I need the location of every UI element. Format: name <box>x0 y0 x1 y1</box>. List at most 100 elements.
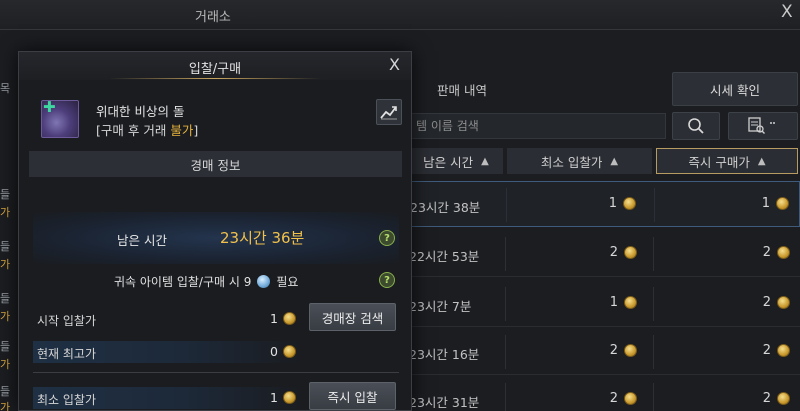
item-name: 위대한 비상의 돌 <box>96 104 185 119</box>
column-divider <box>505 383 506 411</box>
sort-arrow-icon: ▲ <box>757 155 766 167</box>
divider <box>33 372 399 373</box>
bid-purchase-dialog: 입찰/구매 X ✚ 위대한 비상의 돌 [구매 후 거래 불가] 경매 정보 남… <box>18 51 412 411</box>
current-highest-number: 0 <box>270 344 278 359</box>
row-time-left: 23시간 7분 <box>409 299 472 314</box>
search-button[interactable] <box>672 112 720 140</box>
column-divider <box>505 287 506 321</box>
instant-bid-button[interactable]: 즉시 입찰 <box>309 382 396 410</box>
price-graph-button[interactable] <box>376 99 402 125</box>
coin-icon <box>624 392 637 405</box>
window-close-button[interactable]: X <box>781 2 793 22</box>
gem-icon <box>257 275 271 288</box>
coin-icon <box>777 246 790 259</box>
plus-badge-icon: ✚ <box>43 98 56 116</box>
current-highest-label: 현재 최고가 <box>37 347 97 361</box>
table-row[interactable]: 23시간 31분 2 2 <box>409 377 800 411</box>
sort-arrow-icon: ▲ <box>481 155 489 167</box>
title-underline <box>109 78 321 79</box>
time-left-value: 23시간 36분 <box>220 229 305 247</box>
coin-icon <box>624 296 637 309</box>
table-row[interactable]: 23시간 16분 2 2 <box>409 329 800 375</box>
time-left-label: 남은 시간 <box>117 233 167 248</box>
row-instant-price: 2 <box>763 295 790 310</box>
coin-icon <box>777 344 790 357</box>
tab-sales-history[interactable]: 판매 내역 <box>412 72 512 106</box>
row-min-bid-value: 2 <box>609 343 618 358</box>
left-strip-item: 들 <box>0 240 11 253</box>
coin-icon <box>777 296 790 309</box>
bound-notice-prefix: 귀속 아이템 입찰/구매 시 9 <box>114 275 252 289</box>
row-min-bid: 2 <box>610 245 637 260</box>
left-strip-item: 가 <box>0 258 11 271</box>
row-min-bid: 1 <box>610 295 637 310</box>
sort-arrow-icon: ▲ <box>610 155 619 167</box>
column-header-time-left[interactable]: 남은 시간 ▲ <box>409 148 503 174</box>
row-min-bid: 2 <box>610 391 637 406</box>
row-instant-value: 2 <box>762 295 771 310</box>
bound-item-notice: 귀속 아이템 입찰/구매 시 9 필요 <box>114 273 298 290</box>
table-row[interactable]: 23시간 38분 1 1 <box>409 181 800 227</box>
left-strip-item: 들 <box>0 292 11 305</box>
left-strip-item: 들 <box>0 188 11 201</box>
row-instant-value: 2 <box>762 343 771 358</box>
coin-icon <box>776 197 789 210</box>
start-bid-number: 1 <box>270 311 278 326</box>
dialog-header: 입찰/구매 X <box>19 52 411 80</box>
bound-notice-suffix: 필요 <box>276 275 299 289</box>
row-instant-price: 1 <box>762 196 789 211</box>
coin-icon <box>777 392 790 405</box>
row-instant-value: 2 <box>762 391 771 406</box>
start-bid-label: 시작 입찰가 <box>37 314 97 328</box>
coin-icon <box>282 345 296 358</box>
column-label: 최소 입찰가 <box>540 154 603 170</box>
trade-prefix: [구매 후 거래 <box>96 123 171 138</box>
column-header-min-bid[interactable]: 최소 입찰가 ▲ <box>507 148 652 174</box>
current-highest-value: 0 <box>270 344 296 359</box>
coin-icon <box>282 391 296 404</box>
table-row[interactable]: 22시간 53분 2 2 <box>409 231 800 277</box>
item-search-input[interactable] <box>409 113 666 139</box>
row-min-bid-value: 2 <box>609 391 618 406</box>
left-strip-item: 가 <box>0 358 11 371</box>
help-icon[interactable]: ? <box>379 230 395 246</box>
row-min-bid-value: 1 <box>608 196 617 211</box>
auction-info-header: 경매 정보 <box>29 151 402 177</box>
column-divider <box>653 383 654 411</box>
column-divider <box>654 188 655 222</box>
left-strip-item: 들 <box>0 385 11 398</box>
column-divider <box>653 237 654 271</box>
row-instant-price: 2 <box>763 343 790 358</box>
table-row[interactable]: 23시간 7분 1 2 <box>409 281 800 327</box>
min-bid-number: 1 <box>270 390 278 405</box>
time-left-panel <box>33 212 399 264</box>
row-min-bid: 2 <box>610 343 637 358</box>
column-divider <box>506 188 507 222</box>
min-bid-row: 최소 입찰가 1 <box>33 387 303 409</box>
row-min-bid-value: 1 <box>609 295 618 310</box>
min-bid-label: 최소 입찰가 <box>37 393 97 407</box>
column-header-instant-price[interactable]: 즉시 구매가 ▲ <box>656 148 798 174</box>
magnify-icon <box>688 118 704 134</box>
item-trade-status: [구매 후 거래 불가] <box>96 120 198 139</box>
row-instant-price: 2 <box>763 391 790 406</box>
row-time-left: 23시간 31분 <box>409 395 480 410</box>
dialog-close-button[interactable]: X <box>389 55 400 74</box>
window-title: 거래소 <box>195 10 231 25</box>
market-search-button[interactable]: 경매장 검색 <box>309 303 396 331</box>
trade-suffix: ] <box>193 123 199 138</box>
row-time-left: 22시간 53분 <box>409 249 480 264</box>
min-bid-value: 1 <box>270 390 296 405</box>
left-strip-item: 들 <box>0 340 11 353</box>
price-check-button[interactable]: 시세 확인 <box>672 72 798 106</box>
row-time-left: 23시간 16분 <box>409 347 480 362</box>
column-label: 즉시 구매가 <box>688 154 750 170</box>
column-divider <box>653 287 654 321</box>
column-divider <box>653 335 654 369</box>
column-divider <box>505 237 506 271</box>
filter-button[interactable] <box>728 112 798 140</box>
row-min-bid-value: 2 <box>609 245 618 260</box>
help-icon[interactable]: ? <box>379 272 395 288</box>
start-bid-value: 1 <box>270 311 296 326</box>
coin-icon <box>623 197 636 210</box>
